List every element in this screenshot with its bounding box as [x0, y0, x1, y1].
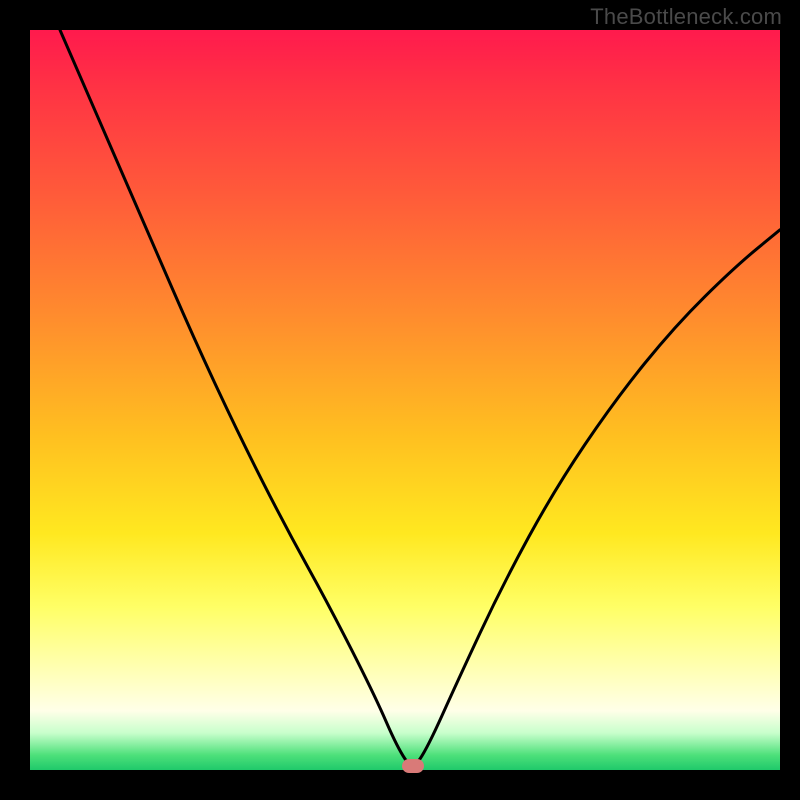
watermark-text: TheBottleneck.com [590, 4, 782, 30]
bottleneck-curve [30, 30, 780, 770]
chart-frame: TheBottleneck.com [0, 0, 800, 800]
plot-area [30, 30, 780, 770]
optimal-point-marker [402, 759, 424, 773]
